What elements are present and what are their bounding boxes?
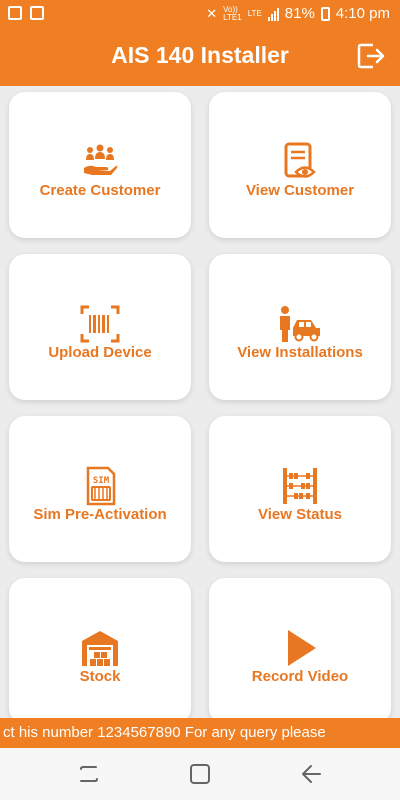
battery-percent: 81% bbox=[284, 5, 315, 22]
tile-label: Stock bbox=[79, 668, 121, 685]
info-ticker: ct his number 1234567890 For any query p… bbox=[0, 718, 400, 748]
warehouse-icon bbox=[82, 631, 118, 666]
person-car-icon bbox=[280, 306, 320, 342]
tile-label: Sim Pre-Activation bbox=[33, 506, 167, 523]
tile-view-installations[interactable]: View Installations bbox=[209, 254, 391, 400]
tile-label: Record Video bbox=[251, 668, 349, 685]
clock: 4:10 pm bbox=[335, 5, 390, 22]
sim-card-icon: SIM bbox=[86, 466, 116, 506]
battery-icon bbox=[320, 6, 330, 21]
logout-icon[interactable] bbox=[356, 41, 386, 71]
mute-icon: ✕ bbox=[206, 5, 218, 21]
menu-grid: Create Customer View Customer Upload Dev… bbox=[0, 86, 400, 724]
tile-label: Upload Device bbox=[48, 344, 152, 361]
checklist-icon bbox=[30, 6, 44, 20]
play-icon bbox=[288, 630, 316, 666]
tile-view-status[interactable]: View Status bbox=[209, 416, 391, 562]
app-title: AIS 140 Installer bbox=[111, 42, 289, 68]
tile-record-video[interactable]: Record Video bbox=[209, 578, 391, 724]
tile-create-customer[interactable]: Create Customer bbox=[9, 92, 191, 238]
tile-upload-device[interactable]: Upload Device bbox=[9, 254, 191, 400]
abacus-icon bbox=[283, 468, 317, 504]
gallery-icon bbox=[8, 6, 22, 20]
barcode-scan-icon bbox=[80, 305, 120, 343]
svg-text:SIM: SIM bbox=[93, 476, 110, 486]
home-icon[interactable] bbox=[187, 762, 213, 786]
status-bar: ✕ Vo)) LTE1 LTE 81% 4:10 pm bbox=[0, 0, 400, 28]
volte-indicator: Vo)) LTE1 bbox=[223, 4, 242, 22]
navigation-bar bbox=[0, 748, 400, 800]
customers-hand-icon bbox=[84, 144, 118, 175]
back-icon[interactable] bbox=[298, 762, 324, 786]
tile-label: View Customer bbox=[245, 182, 355, 199]
app-bar: AIS 140 Installer bbox=[0, 28, 400, 86]
tile-stock[interactable]: Stock bbox=[9, 578, 191, 724]
tile-label: Create Customer bbox=[39, 182, 161, 199]
tile-sim-pre-activation[interactable]: SIM Sim Pre-Activation bbox=[9, 416, 191, 562]
ticker-text: ct his number 1234567890 For any query p… bbox=[3, 724, 326, 741]
lte-indicator: LTE bbox=[247, 8, 262, 18]
view-document-icon bbox=[284, 142, 316, 178]
tile-label: View Status bbox=[258, 506, 342, 523]
recent-apps-icon[interactable] bbox=[76, 762, 102, 786]
signal-icon bbox=[267, 7, 279, 21]
tile-label: View Installations bbox=[237, 344, 363, 361]
tile-view-customer[interactable]: View Customer bbox=[209, 92, 391, 238]
